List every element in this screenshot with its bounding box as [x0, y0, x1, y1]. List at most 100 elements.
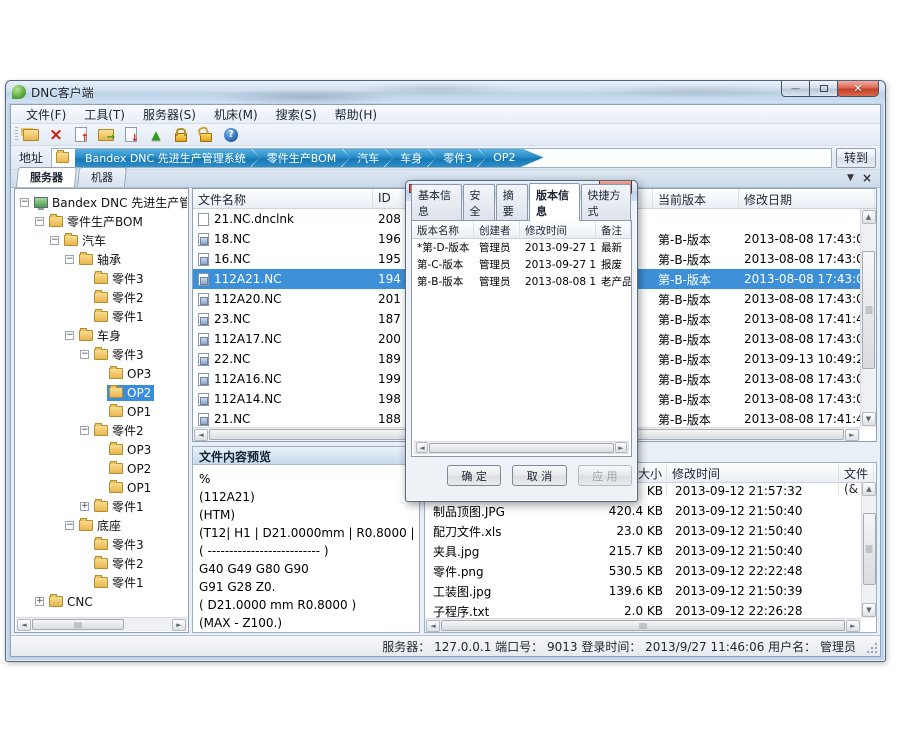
expand-icon[interactable]: + [35, 597, 44, 606]
help-icon[interactable] [223, 127, 239, 143]
menu-item-3[interactable]: 机床(M) [205, 105, 267, 124]
minimize-button[interactable]: — [781, 81, 810, 97]
tree-item[interactable]: Bandex DNC 先进生产管理系统 [32, 193, 187, 212]
attachment-row[interactable]: 配刀文件.xls23.0 KB2013-09-12 21:50:40 [425, 521, 861, 541]
scrollbar-thumb[interactable] [441, 620, 845, 631]
scroll-right-icon[interactable] [172, 619, 186, 631]
tree-item[interactable]: 零件2 [92, 554, 147, 573]
scroll-down-icon[interactable] [862, 603, 876, 617]
tree-item[interactable]: 汽车 [62, 231, 109, 250]
panel-tab-0[interactable]: 服务器 [16, 167, 77, 187]
menu-item-2[interactable]: 服务器(S) [134, 105, 205, 124]
collapse-icon[interactable]: − [65, 255, 74, 264]
tree-item[interactable]: 车身 [77, 326, 124, 345]
dialog-tab-1[interactable]: 安全 [463, 184, 495, 221]
collapse-icon[interactable]: − [50, 236, 59, 245]
version-row[interactable]: 第-B-版本管理员2013-08-08 17:...老产品程序 [412, 273, 631, 290]
scrollbar-thumb[interactable] [429, 443, 614, 453]
export-icon[interactable] [98, 127, 114, 143]
attachments-vertical-scrollbar[interactable] [861, 481, 876, 618]
tree-item[interactable]: OP3 [107, 442, 154, 458]
scroll-up-icon[interactable] [862, 482, 876, 496]
collapse-icon[interactable]: − [65, 521, 74, 530]
scroll-down-icon[interactable] [862, 412, 876, 426]
scrollbar-thumb[interactable] [32, 619, 124, 630]
tree-item[interactable]: 底座 [77, 516, 124, 535]
tree-item[interactable]: OP3 [107, 366, 154, 382]
file-list-vertical-scrollbar[interactable] [860, 209, 876, 427]
scroll-up-icon[interactable] [862, 210, 876, 224]
panel-dropdown-icon[interactable]: ▼ [847, 173, 854, 183]
address-field[interactable]: Bandex DNC 先进生产管理系统零件生产BOM汽车车身零件3OP2 [51, 148, 832, 168]
tree-item[interactable]: 零件1 [92, 307, 147, 326]
tree-item[interactable]: 零件1 [92, 497, 147, 516]
lock-icon[interactable] [173, 127, 189, 143]
tree-item[interactable]: 零件3 [92, 269, 147, 288]
cancel-button[interactable]: 取 消 [512, 465, 566, 486]
tree-item[interactable]: 零件生产BOM [47, 212, 146, 231]
tree-horizontal-scrollbar[interactable] [16, 617, 187, 631]
checkout-icon[interactable] [123, 127, 139, 143]
dialog-horizontal-scrollbar[interactable] [414, 441, 629, 454]
expand-icon[interactable]: + [80, 502, 89, 511]
maximize-button[interactable] [809, 81, 838, 97]
checkin-icon[interactable] [73, 127, 89, 143]
scroll-right-icon[interactable] [615, 442, 627, 453]
scrollbar-thumb[interactable] [862, 251, 875, 369]
tree-item[interactable]: 零件3 [92, 345, 147, 364]
scroll-left-icon[interactable] [416, 442, 428, 453]
attachments-horizontal-scrollbar[interactable] [425, 618, 861, 632]
breadcrumb-segment-0[interactable]: Bandex DNC 先进生产管理系统 [75, 148, 260, 168]
tree-item[interactable]: 零件3 [92, 535, 147, 554]
version-row[interactable]: *第-D-版本管理员2013-09-27 14:...最新 [412, 239, 631, 256]
close-button[interactable]: ✕ [837, 81, 879, 97]
scrollbar-thumb[interactable] [863, 513, 876, 585]
panel-close-icon[interactable]: × [862, 171, 872, 185]
attachment-row[interactable]: 夹具.jpg215.7 KB2013-09-12 21:50:40 [425, 541, 861, 561]
unlock-icon[interactable] [198, 127, 214, 143]
breadcrumb-segment-1[interactable]: 零件生产BOM [251, 148, 351, 168]
attachment-row[interactable]: 子程序.txt2.0 KB2013-09-12 22:26:28 [425, 601, 861, 618]
tree-item[interactable]: 零件2 [92, 421, 147, 440]
dialog-tab-2[interactable]: 摘要 [496, 184, 528, 221]
scroll-right-icon[interactable] [846, 620, 860, 632]
collapse-icon[interactable]: − [20, 198, 29, 207]
column-file-name[interactable]: 文件名称 [193, 189, 373, 208]
tree-item[interactable]: OP2 [107, 385, 154, 401]
attachment-row[interactable]: 工装图.jpg139.6 KB2013-09-12 21:50:39 [425, 581, 861, 601]
dialog-tab-0[interactable]: 基本信息 [411, 184, 462, 221]
collapse-icon[interactable]: − [35, 217, 44, 226]
panel-tab-1[interactable]: 机器 [77, 167, 127, 187]
attachment-row[interactable]: 制品顶图.JPG420.4 KB2013-09-12 21:50:40 [425, 501, 861, 521]
menu-item-0[interactable]: 文件(F) [17, 105, 75, 124]
tree-item[interactable]: 零件2 [92, 288, 147, 307]
scroll-right-icon[interactable] [845, 429, 859, 441]
column-version-name[interactable]: 版本名称 [412, 221, 474, 238]
menu-item-4[interactable]: 搜索(S) [267, 105, 326, 124]
column-remark[interactable]: 备注 [596, 221, 631, 238]
tree-item[interactable]: OP1 [107, 404, 154, 420]
column-modified-date[interactable]: 修改日期 [739, 189, 875, 208]
breadcrumb-segment-5[interactable]: OP2 [477, 148, 543, 168]
tree-item[interactable]: 轴承 [77, 250, 124, 269]
menu-item-1[interactable]: 工具(T) [75, 105, 134, 124]
new-folder-icon[interactable] [23, 127, 39, 143]
attachment-row[interactable]: 零件.png530.5 KB2013-09-12 22:22:48 [425, 561, 861, 581]
scroll-left-icon[interactable] [17, 619, 31, 631]
delete-icon[interactable] [48, 127, 64, 143]
send-icon[interactable] [148, 127, 164, 143]
version-row[interactable]: 第-C-版本管理员2013-09-27 14:...报废 [412, 256, 631, 273]
collapse-icon[interactable]: − [65, 331, 74, 340]
dialog-tab-4[interactable]: 快捷方式 [581, 184, 632, 221]
column-current-version[interactable]: 当前版本 [653, 189, 739, 208]
dialog-tab-3[interactable]: 版本信息 [529, 183, 580, 221]
collapse-icon[interactable]: − [80, 350, 89, 359]
tree-item[interactable]: OP2 [107, 461, 154, 477]
menu-item-5[interactable]: 帮助(H) [326, 105, 386, 124]
go-button[interactable]: 转到 [836, 148, 876, 168]
scroll-left-icon[interactable] [194, 429, 208, 441]
column-creator[interactable]: 创建者 [474, 221, 520, 238]
tree-item[interactable]: 零件1 [92, 573, 147, 592]
ok-button[interactable]: 确 定 [447, 465, 501, 486]
collapse-icon[interactable]: − [80, 426, 89, 435]
